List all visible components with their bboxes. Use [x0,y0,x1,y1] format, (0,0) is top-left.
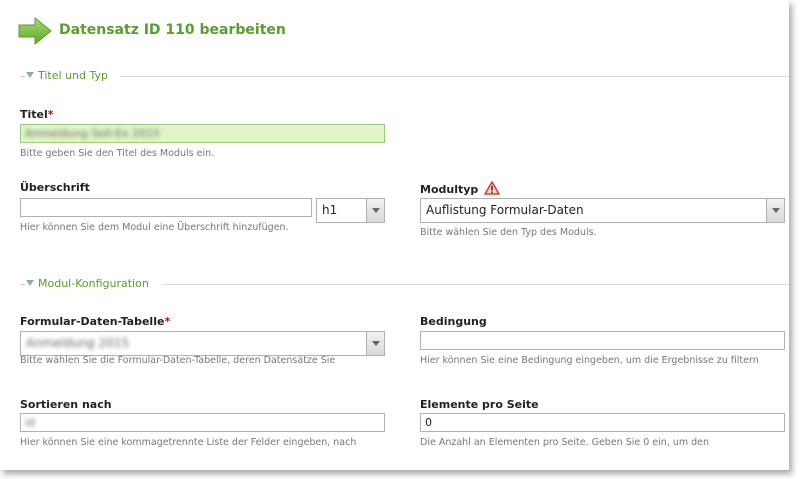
titel-label: Titel* [20,108,54,121]
modultyp-help: Bitte wählen Sie den Typ des Moduls. [420,227,597,238]
required-marker: * [47,108,54,121]
chevron-down-icon [766,199,784,222]
heading-level-select[interactable]: h1 [316,198,385,223]
section-toggle-titel-typ[interactable]: Titel und Typ [26,69,108,82]
formular-tabelle-help: Bitte wählen Sie die Formular-Daten-Tabe… [20,355,336,366]
titel-help: Bitte geben Sie den Titel des Moduls ein… [20,148,215,159]
modultyp-select[interactable]: Auflistung Formular-Daten [420,198,785,223]
section-title: Modul-Konfiguration [38,277,149,290]
chevron-down-icon [366,332,384,355]
sortieren-input[interactable]: id [20,413,385,432]
section-toggle-modul-konfiguration[interactable]: Modul-Konfiguration [26,277,149,290]
formular-tabelle-select[interactable]: Anmeldung 2015 [20,331,385,356]
edit-record-window: Datensatz ID 110 bearbeiten Titel und Ty… [0,0,789,470]
collapse-triangle-icon [26,72,34,78]
section-title: Titel und Typ [38,69,108,82]
sortieren-help: Hier können Sie eine kommagetrennte List… [20,437,357,448]
chevron-down-icon [366,199,384,222]
bedingung-input[interactable] [420,331,785,350]
bedingung-label: Bedingung [420,315,487,328]
elemente-label: Elemente pro Seite [420,398,539,411]
elemente-help: Die Anzahl an Elementen pro Seite. Geben… [420,437,710,448]
titel-input[interactable]: Anmeldung Soll-Ex 2015 [20,124,385,143]
required-marker: * [164,315,171,328]
formular-tabelle-label: Formular-Daten-Tabelle* [20,315,171,328]
ueberschrift-label: Überschrift [20,181,90,194]
modultyp-label: Modultyp [420,181,500,196]
ueberschrift-input[interactable] [20,198,312,217]
elemente-input[interactable]: 0 [420,413,785,432]
ueberschrift-help: Hier können Sie dem Modul eine Überschri… [20,222,289,233]
sortieren-label: Sortieren nach [20,398,112,411]
green-arrow-icon [18,17,52,45]
warning-icon [484,181,500,195]
collapse-triangle-icon [26,280,34,286]
bedingung-help: Hier können Sie eine Bedingung eingeben,… [420,355,759,366]
page-title: Datensatz ID 110 bearbeiten [59,22,286,38]
